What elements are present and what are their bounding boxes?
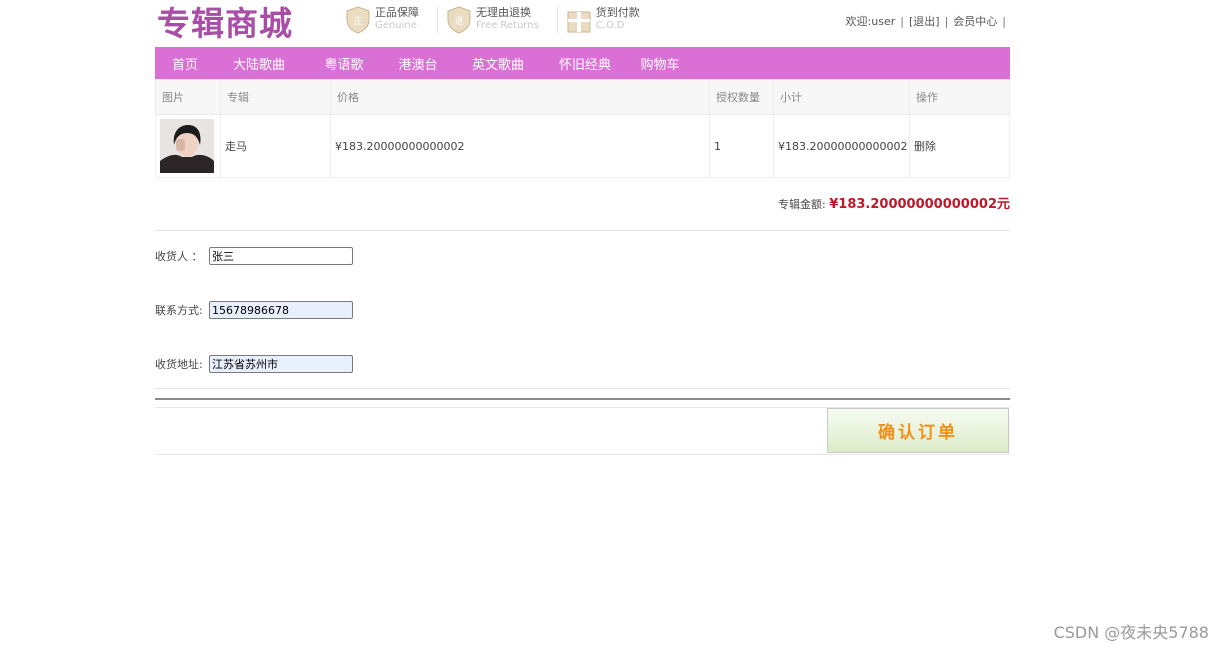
receiver-row: 收货人 ： [155, 246, 353, 266]
confirm-order-button[interactable]: 确认订单 [827, 408, 1009, 453]
badge-returns: 退 无理由退换 Free Returns [437, 6, 547, 34]
album-thumb-cell [155, 114, 221, 178]
phone-label: 联系方式: [155, 304, 203, 317]
total-label: 专辑金额: [778, 198, 826, 211]
shield-zheng-icon: 正 [346, 6, 370, 34]
phone-input[interactable] [209, 301, 353, 319]
svg-text:退: 退 [454, 16, 463, 27]
cart-table: 图片 专辑 价格 授权数量 小计 操作 走马 ¥183.200000000000… [155, 79, 1010, 178]
col-price: 价格 [330, 79, 710, 115]
cart-total: 专辑金额: ¥183.20000000000002元 [155, 178, 1010, 231]
table-row: 走马 ¥183.20000000000002 1 ¥183.2000000000… [155, 114, 1010, 178]
album-price: ¥183.20000000000002 [330, 114, 710, 178]
nav-classics[interactable]: 怀旧经典 [545, 54, 625, 73]
total-amount: ¥183.20000000000002元 [829, 197, 1010, 212]
welcome-text: 欢迎:user [845, 15, 896, 28]
nav-hk-macau-tw[interactable]: 港澳台 [385, 54, 451, 73]
main-nav: 首页 大陆歌曲 粤语歌 港澳台 英文歌曲 怀旧经典 购物车 [155, 47, 1010, 79]
divider [155, 388, 1010, 389]
page-container: 专辑商城 正 正品保障 Genuine 退 无理由退换 Free Returns… [155, 0, 1010, 455]
address-input[interactable] [209, 355, 353, 373]
receiver-input[interactable] [209, 247, 353, 265]
user-links: 欢迎:user | [退出] | 会员中心 | [845, 15, 1006, 28]
logout-link[interactable]: [退出] [909, 15, 940, 28]
site-logo[interactable]: 专辑商城 [157, 2, 293, 46]
nav-home[interactable]: 首页 [155, 54, 215, 73]
col-action: 操作 [909, 79, 1010, 115]
badge-cod: 货到付款 C.O.D [556, 6, 648, 34]
header: 专辑商城 正 正品保障 Genuine 退 无理由退换 Free Returns… [155, 0, 1010, 47]
phone-row: 联系方式: [155, 300, 353, 320]
nav-english[interactable]: 英文歌曲 [451, 54, 545, 73]
nav-cart[interactable]: 购物车 [625, 54, 695, 73]
receiver-label: 收货人 ： [155, 250, 203, 263]
address-row: 收货地址: [155, 354, 353, 374]
col-image: 图片 [155, 79, 221, 115]
watermark: CSDN @夜未央5788 [1053, 623, 1209, 642]
service-badges: 正 正品保障 Genuine 退 无理由退换 Free Returns 货到付款… [345, 6, 658, 34]
gift-box-icon [567, 11, 591, 33]
table-header-row: 图片 专辑 价格 授权数量 小计 操作 [155, 79, 1010, 115]
nav-cantonese[interactable]: 粤语歌 [303, 54, 385, 73]
delete-link[interactable]: 删除 [909, 114, 1010, 178]
album-thumbnail[interactable] [160, 119, 214, 173]
confirm-area: 确认订单 [155, 407, 1010, 455]
album-name[interactable]: 走马 [220, 114, 331, 178]
col-album: 专辑 [220, 79, 331, 115]
col-subtotal: 小计 [773, 79, 910, 115]
address-label: 收货地址: [155, 358, 203, 371]
member-center-link[interactable]: 会员中心 [953, 15, 997, 28]
badge-genuine: 正 正品保障 Genuine [345, 6, 427, 34]
divider-thick [155, 398, 1010, 400]
shield-tui-icon: 退 [447, 6, 471, 34]
album-subtotal: ¥183.20000000000002 [773, 114, 910, 178]
col-quantity: 授权数量 [709, 79, 774, 115]
album-quantity: 1 [709, 114, 774, 178]
nav-mainland[interactable]: 大陆歌曲 [215, 54, 303, 73]
svg-text:正: 正 [353, 17, 362, 27]
